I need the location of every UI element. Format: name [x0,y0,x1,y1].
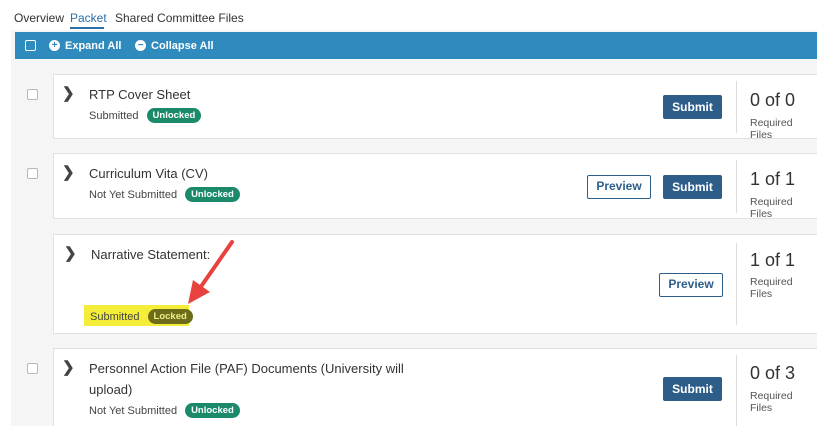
minus-circle-icon: − [135,40,146,51]
packet-item-curriculum-vita: ❯ Curriculum Vita (CV) Not Yet Submitted… [53,153,817,220]
packet-item-rtp-cover-sheet: ❯ RTP Cover Sheet Submitted Unlocked Sub… [53,74,817,141]
expand-all-label: Expand All [65,39,122,52]
chevron-right-icon[interactable]: ❯ [62,163,75,181]
chevron-right-icon[interactable]: ❯ [62,358,75,376]
divider [736,160,737,213]
plus-circle-icon: + [49,40,60,51]
collapse-all-button[interactable]: − Collapse All [135,38,214,53]
item-status: Submitted Unlocked [89,108,202,123]
active-tab-indicator [70,27,104,29]
item-title-line-2: upload) [89,382,133,397]
locked-badge: Locked [147,309,193,324]
item-title: Curriculum Vita (CV) [89,166,208,181]
status-text: Not Yet Submitted [89,188,178,201]
file-count: 1 of 1 [750,250,796,270]
file-count: 0 of 3 [750,363,796,383]
item-status: Not Yet Submitted Unlocked [89,187,240,202]
unlocked-badge: Unlocked [185,403,240,418]
row-checkbox[interactable] [27,89,38,100]
item-status: Not Yet Submitted Unlocked [89,403,240,418]
item-title-line-1: Personnel Action File (PAF) Documents (U… [89,361,404,376]
file-count: 0 of 0 [750,90,796,110]
chevron-right-icon[interactable]: ❯ [64,244,77,262]
status-text: Not Yet Submitted [89,404,178,417]
tab-packet[interactable]: Packet [70,11,107,25]
divider [736,81,737,133]
collapse-all-label: Collapse All [151,39,214,52]
row-checkbox[interactable] [27,168,38,179]
tab-overview[interactable]: Overview [14,11,64,25]
divider [736,243,737,325]
unlocked-badge: Unlocked [146,108,202,123]
tab-bar: Overview Packet Shared Committee Files [0,0,817,30]
preview-button[interactable]: Preview [659,273,723,297]
status-text: Submitted [90,310,140,323]
packet-item-paf-documents: ❯ Personnel Action File (PAF) Documents … [53,348,817,426]
submit-button[interactable]: Submit [663,377,722,401]
status-text: Submitted [89,109,139,122]
divider [736,355,737,426]
required-files-label: Required Files [750,390,793,414]
chevron-right-icon[interactable]: ❯ [62,84,75,102]
packet-item-narrative-statement: ❯ Narrative Statement: Submitted Locked … [53,234,817,334]
packet-toolbar: + Expand All − Collapse All [15,32,817,59]
item-status: Submitted Locked [90,309,193,324]
red-arrow-icon [188,240,234,304]
file-count: 1 of 1 [750,169,796,189]
expand-all-button[interactable]: + Expand All [49,38,121,53]
select-all-checkbox[interactable] [25,40,36,51]
submit-button[interactable]: Submit [663,95,722,119]
preview-button[interactable]: Preview [587,175,651,199]
required-files-label: Required Files [750,196,793,220]
unlocked-badge: Unlocked [185,187,240,202]
required-files-label: Required Files [750,117,793,141]
required-files-label: Required Files [750,276,793,300]
item-title: RTP Cover Sheet [89,87,191,102]
row-checkbox[interactable] [27,363,38,374]
submit-button[interactable]: Submit [663,175,722,199]
tab-shared-committee-files[interactable]: Shared Committee Files [115,11,244,25]
